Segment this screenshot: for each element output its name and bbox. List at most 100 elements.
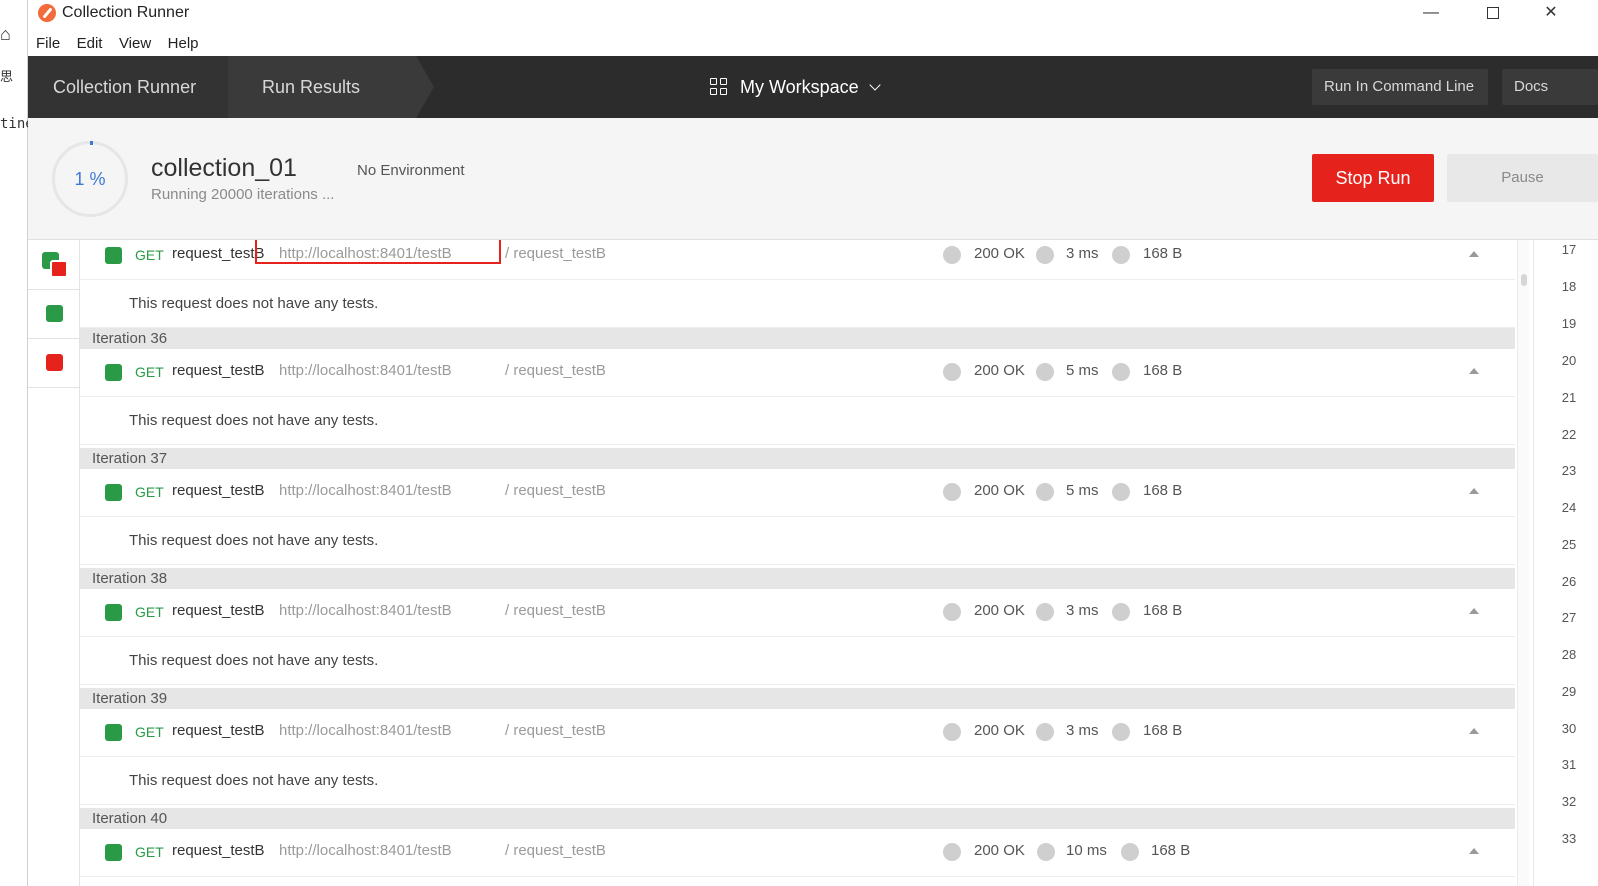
line-number: 31 — [1561, 757, 1577, 772]
time-dot-icon — [1036, 483, 1054, 501]
request-method: GET — [135, 844, 164, 860]
size-dot-icon — [1112, 603, 1130, 621]
progress-ring: 1 % — [52, 141, 128, 217]
request-row[interactable]: GET request_testB http://localhost:8401/… — [80, 589, 1515, 637]
pass-icon — [105, 484, 122, 501]
request-path: / request_testB — [505, 842, 606, 859]
result-filter-rail — [28, 240, 80, 886]
request-path: / request_testB — [505, 722, 606, 739]
results-list: GET request_testB http://localhost:8401/… — [80, 240, 1515, 886]
results-scrollbar[interactable] — [1517, 240, 1529, 886]
line-number: 26 — [1561, 574, 1577, 589]
request-url: http://localhost:8401/testB — [279, 722, 452, 739]
status-dot-icon — [943, 483, 961, 501]
iterations-status: Running 20000 iterations ... — [151, 186, 335, 203]
request-method: GET — [135, 484, 164, 500]
maximize-button[interactable] — [1470, 0, 1516, 28]
status-dot-icon — [943, 843, 961, 861]
status-dot-icon — [943, 363, 961, 381]
request-row[interactable]: GET request_testB http://localhost:8401/… — [80, 349, 1515, 397]
collapse-caret-icon[interactable] — [1469, 368, 1479, 374]
background-app-strip: ⌂ 思 tine — [0, 0, 34, 886]
line-number: 28 — [1561, 647, 1577, 662]
collection-runner-window: Collection Runner — ✕ File Edit View Hel… — [28, 0, 1598, 886]
request-name: request_testB — [172, 842, 265, 859]
pause-button[interactable]: Pause — [1447, 154, 1598, 202]
line-number: 20 — [1561, 353, 1577, 368]
status-dot-icon — [943, 723, 961, 741]
tab-collection-runner[interactable]: Collection Runner — [28, 56, 228, 118]
stop-run-button[interactable]: Stop Run — [1312, 154, 1434, 202]
response-size: 168 B — [1143, 482, 1183, 499]
run-summary: 1 % collection_01 Running 20000 iteratio… — [28, 118, 1598, 240]
test-result-row: This request does not have any tests. — [80, 757, 1515, 805]
request-url: http://localhost:8401/testB — [279, 362, 452, 379]
request-url: http://localhost:8401/testB — [279, 482, 452, 499]
filter-passed-button[interactable] — [28, 290, 80, 339]
line-number: 30 — [1561, 721, 1577, 736]
collapse-caret-icon[interactable] — [1469, 488, 1479, 494]
response-time: 5 ms — [1066, 362, 1099, 379]
request-url: http://localhost:8401/testB — [279, 842, 452, 859]
close-button[interactable]: ✕ — [1528, 0, 1574, 28]
pass-icon — [105, 724, 122, 741]
response-size: 168 B — [1143, 245, 1183, 262]
iteration-header: Iteration 36 — [80, 328, 1515, 349]
menu-view[interactable]: View — [119, 32, 151, 56]
response-time: 3 ms — [1066, 722, 1099, 739]
request-name: request_testB — [172, 245, 265, 262]
line-number: 22 — [1561, 427, 1577, 442]
line-number: 24 — [1561, 500, 1577, 515]
test-result-row: This request does not have any tests. — [80, 397, 1515, 445]
menu-help[interactable]: Help — [168, 32, 199, 56]
request-row[interactable]: GET request_testB http://localhost:8401/… — [80, 469, 1515, 517]
status-dot-icon — [943, 603, 961, 621]
response-status: 200 OK — [974, 722, 1025, 739]
pass-icon — [105, 604, 122, 621]
collapse-caret-icon[interactable] — [1469, 608, 1479, 614]
runner-header: Collection Runner Run Results My Workspa… — [28, 56, 1598, 118]
response-status: 200 OK — [974, 245, 1025, 262]
response-time: 5 ms — [1066, 482, 1099, 499]
docs-button[interactable]: Docs — [1502, 69, 1598, 105]
scrollbar-thumb[interactable] — [1521, 274, 1527, 286]
response-size: 168 B — [1143, 602, 1183, 619]
filter-all-button[interactable] — [28, 240, 80, 290]
request-row[interactable]: GET request_testB http://localhost:8401/… — [80, 709, 1515, 757]
collapse-caret-icon[interactable] — [1469, 251, 1479, 257]
line-number: 32 — [1561, 794, 1577, 809]
workspace-grid-icon — [710, 77, 728, 96]
progress-percent: 1 % — [74, 169, 106, 189]
workspace-label: My Workspace — [740, 77, 859, 97]
line-number: 17 — [1561, 242, 1577, 257]
run-in-command-line-button[interactable]: Run In Command Line — [1312, 69, 1488, 105]
time-dot-icon — [1036, 246, 1054, 264]
maximize-icon — [1487, 7, 1499, 19]
request-name: request_testB — [172, 482, 265, 499]
collection-name: collection_01 — [151, 154, 297, 182]
size-dot-icon — [1112, 723, 1130, 741]
line-number-gutter: 17 18 19 20 21 22 23 24 25 26 27 28 29 3… — [1529, 240, 1598, 886]
breadcrumb-arrow — [416, 56, 434, 118]
url-highlight-box — [255, 240, 501, 264]
menu-file[interactable]: File — [36, 32, 60, 56]
filter-failed-button[interactable] — [28, 339, 80, 388]
iteration-header: Iteration 37 — [80, 448, 1515, 469]
workspace-selector[interactable]: My Workspace — [710, 56, 881, 118]
request-method: GET — [135, 604, 164, 620]
line-number: 18 — [1561, 279, 1577, 294]
menu-edit[interactable]: Edit — [77, 32, 103, 56]
request-method: GET — [135, 364, 164, 380]
minimize-button[interactable]: — — [1408, 0, 1454, 28]
home-icon: ⌂ — [0, 24, 11, 44]
test-result-row: This request does not have any tests. — [80, 517, 1515, 565]
request-row[interactable]: GET request_testB http://localhost:8401/… — [80, 240, 1515, 280]
time-dot-icon — [1036, 363, 1054, 381]
collapse-caret-icon[interactable] — [1469, 848, 1479, 854]
response-size: 168 B — [1143, 362, 1183, 379]
request-row[interactable]: GET request_testB http://localhost:8401/… — [80, 829, 1515, 877]
size-dot-icon — [1112, 363, 1130, 381]
collapse-caret-icon[interactable] — [1469, 728, 1479, 734]
line-number: 25 — [1561, 537, 1577, 552]
tab-run-results[interactable]: Run Results — [228, 56, 416, 118]
